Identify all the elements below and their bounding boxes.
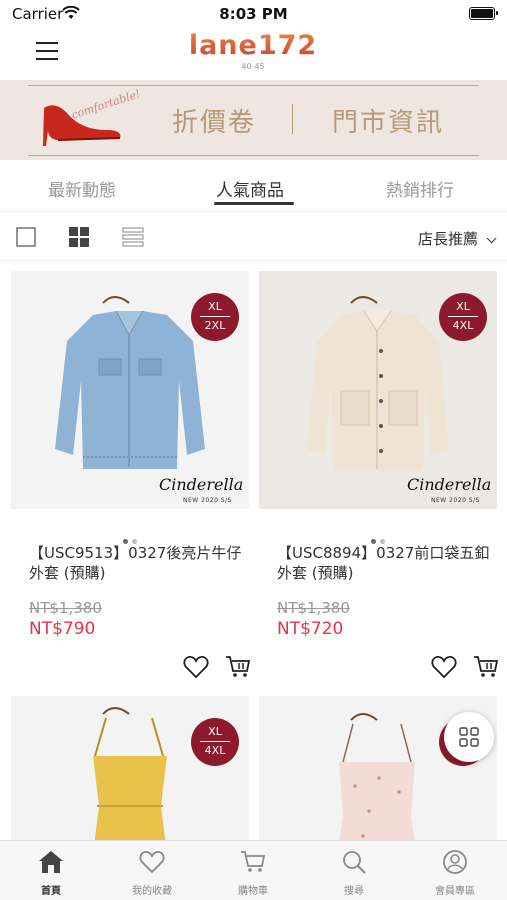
tab-home[interactable]: 首頁	[1, 849, 101, 897]
tab-latest[interactable]: 最新動態	[48, 176, 116, 201]
clock: 8:03 PM	[219, 5, 288, 23]
logo-subtext: 40-45	[241, 62, 265, 71]
size-badge: XL 4XL	[191, 718, 239, 766]
season-label: NEW 2020 S/S	[183, 497, 232, 504]
size-badge: XL 2XL	[191, 293, 239, 341]
product-name[interactable]: 【USC8894】0327前口袋五釦外套 (預購)	[277, 543, 491, 583]
battery-icon	[469, 7, 498, 20]
grid-view-icon[interactable]	[69, 227, 89, 251]
search-icon	[343, 851, 366, 874]
sort-label: 店長推薦	[417, 230, 478, 248]
product-image[interactable]: XL 4XL	[11, 696, 249, 840]
tab-member[interactable]: 會員專區	[405, 849, 505, 897]
banner-divider-top	[28, 85, 479, 86]
product-image[interactable]: XL 4XL Cinderella NEW 2020 S/S	[259, 271, 497, 509]
product-grid: XL 2XL Cinderella NEW 2020 S/S 【USC9513】…	[0, 262, 507, 840]
brand-logo[interactable]: lane172 40-45	[188, 30, 318, 74]
size-badge: XL 4XL	[439, 293, 487, 341]
bottom-tab-bar: 首頁 我的收藏 購物車 搜尋 會員專區	[0, 840, 507, 900]
original-price: NT$1,380	[277, 599, 350, 617]
original-price: NT$1,380	[29, 599, 102, 617]
top-nav: lane172 40-45	[0, 28, 507, 78]
store-info-link[interactable]: 門市資訊	[332, 102, 444, 139]
view-toolbar: 店長推薦	[0, 213, 507, 261]
product-image[interactable]: XL 2XL Cinderella NEW 2020 S/S	[11, 271, 249, 509]
status-bar: Carrier 8:03 PM	[0, 0, 507, 28]
tab-cart[interactable]: 購物車	[203, 849, 303, 897]
sale-price: NT$790	[29, 619, 96, 639]
sort-dropdown[interactable]: 店長推薦	[417, 228, 497, 249]
logo-text: lane172	[188, 30, 318, 61]
active-tab-indicator	[214, 202, 294, 205]
heart-icon[interactable]	[183, 655, 209, 683]
sale-price: NT$720	[277, 619, 344, 639]
banner-divider-bottom	[28, 155, 479, 156]
list-view-icon[interactable]	[122, 227, 144, 251]
cart-icon[interactable]	[473, 655, 499, 683]
heart-icon	[139, 851, 165, 874]
category-menu-button[interactable]	[444, 712, 494, 762]
grid-icon	[459, 727, 479, 747]
user-icon	[443, 850, 467, 874]
brand-watermark: Cinderella	[407, 475, 492, 494]
chevron-down-icon	[486, 233, 497, 244]
cart-icon[interactable]	[225, 655, 251, 683]
tab-favorites[interactable]: 我的收藏	[102, 849, 202, 897]
single-view-icon[interactable]	[16, 227, 36, 251]
heart-icon[interactable]	[431, 655, 457, 683]
season-label: NEW 2020 S/S	[431, 497, 480, 504]
banner-separator	[292, 104, 293, 134]
category-tabs: 最新動態 人氣商品 熱銷排行	[0, 160, 507, 212]
tab-search[interactable]: 搜尋	[304, 849, 404, 897]
promo-banner: comfortable! 折價卷 門市資訊	[0, 80, 507, 160]
coupon-link[interactable]: 折價卷	[172, 102, 256, 139]
tab-bestseller[interactable]: 熱銷排行	[386, 176, 454, 201]
brand-watermark: Cinderella	[159, 475, 244, 494]
cart-icon	[241, 851, 266, 872]
tab-popular[interactable]: 人氣商品	[216, 176, 284, 201]
menu-icon[interactable]	[36, 42, 58, 60]
product-name[interactable]: 【USC9513】0327後亮片牛仔外套 (預購)	[29, 543, 243, 583]
home-icon	[39, 851, 63, 873]
